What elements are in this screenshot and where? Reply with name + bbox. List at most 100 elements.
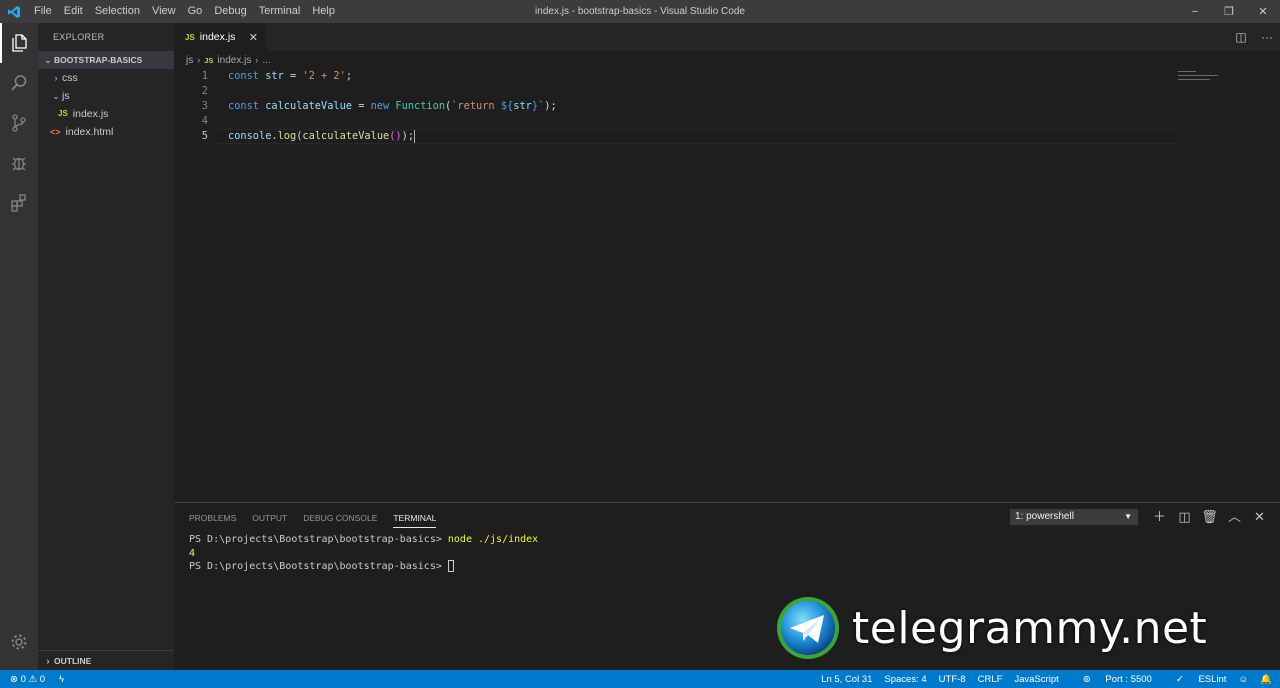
eslint-status[interactable]: ✓ ESLint	[1164, 674, 1227, 685]
terminal-select[interactable]: 1: powershell ▼	[1010, 509, 1138, 525]
menu-debug[interactable]: Debug	[208, 0, 252, 23]
window-controls: − ❐ ✕	[1178, 0, 1280, 23]
breadcrumb-file[interactable]: index.js	[217, 55, 251, 66]
line-ending[interactable]: CRLF	[978, 674, 1003, 685]
code-token: =	[283, 70, 303, 82]
code-line[interactable]: 3 const calculateValue = new Function(`re…	[174, 99, 1174, 114]
tree-folder-js[interactable]: ⌄ js	[38, 87, 174, 105]
chevron-right-icon: ›	[255, 55, 259, 65]
code-token: ;	[345, 70, 353, 82]
chevron-right-icon: ›	[197, 55, 201, 65]
encoding[interactable]: UTF-8	[939, 674, 966, 685]
code-token: calculateValue	[302, 130, 390, 142]
menu-selection[interactable]: Selection	[89, 0, 146, 23]
javascript-file-icon: JS	[204, 55, 214, 65]
terminal-select-value: 1: powershell	[1015, 511, 1074, 522]
chevron-up-icon[interactable]: ︿	[1222, 507, 1247, 527]
javascript-file-icon: JS	[185, 32, 195, 42]
code-token: str	[265, 70, 284, 82]
workspace-section[interactable]: ⌄ BOOTSTRAP-BASICS	[38, 51, 174, 69]
editor-actions: ◫ ···	[1228, 23, 1280, 51]
extensions-icon[interactable]	[0, 183, 38, 223]
status-right: Ln 5, Col 31 Spaces: 4 UTF-8 CRLF JavaSc…	[809, 670, 1272, 688]
tab-problems[interactable]: PROBLEMS	[189, 511, 236, 528]
minimize-button[interactable]: −	[1178, 0, 1212, 23]
breadcrumb-folder[interactable]: js	[186, 55, 193, 66]
line-number: 1	[201, 70, 208, 82]
maximize-button[interactable]: ❐	[1212, 0, 1246, 23]
code-token: const	[228, 70, 266, 82]
problems-status[interactable]: ⊗ 0 ⚠ 0	[10, 674, 45, 685]
source-control-icon[interactable]	[0, 103, 38, 143]
code-token: '2 + 2'	[302, 70, 346, 82]
vscode-logo-icon	[0, 0, 28, 23]
search-icon[interactable]	[0, 63, 38, 103]
warning-icon: ⚠	[28, 673, 38, 685]
language-mode[interactable]: JavaScript	[1014, 674, 1058, 685]
panel-actions: ＋ ◫ 🗑 ︿ ✕	[1147, 507, 1272, 527]
code-line[interactable]: 5 console.log(calculateValue());	[174, 129, 1174, 144]
files-icon[interactable]	[0, 23, 38, 63]
close-icon[interactable]: ✕	[1247, 507, 1272, 527]
tree-item-label: js	[62, 90, 70, 102]
watermark: telegrammy.net	[776, 596, 1207, 660]
explorer-sidebar: EXPLORER ⌄ BOOTSTRAP-BASICS › css ⌄ js J…	[38, 23, 174, 670]
code-text: console.log(calculateValue());	[228, 129, 416, 144]
minimap[interactable]	[1174, 69, 1270, 501]
plus-icon[interactable]: ＋	[1147, 507, 1172, 527]
outline-label: OUTLINE	[54, 655, 92, 666]
code-token: =	[352, 100, 371, 112]
tab-debug-console[interactable]: DEBUG CONSOLE	[303, 511, 377, 528]
close-icon[interactable]: ✕	[249, 31, 258, 44]
tree-file-index-html[interactable]: <> index.html	[38, 123, 174, 141]
tree-item-label: index.html	[65, 126, 114, 138]
code-token: log	[277, 130, 297, 142]
check-double-icon: ✓	[1175, 673, 1184, 685]
terminal-cursor	[447, 560, 454, 572]
tab-terminal[interactable]: TERMINAL	[393, 511, 437, 528]
terminal-output[interactable]: PS D:\projects\Bootstrap\bootstrap-basic…	[189, 533, 538, 574]
status-left: ⊗ 0 ⚠ 0 ϟ	[0, 674, 64, 685]
tree-folder-css[interactable]: › css	[38, 69, 174, 87]
code-text: const str = '2 + 2';	[228, 69, 352, 84]
outline-section[interactable]: › OUTLINE	[38, 650, 174, 670]
title-bar: File Edit Selection View Go Debug Termin…	[0, 0, 1280, 23]
code-token: );	[544, 100, 557, 112]
menu-help[interactable]: Help	[306, 0, 341, 23]
trash-icon[interactable]: 🗑	[1197, 507, 1222, 527]
menu-terminal[interactable]: Terminal	[253, 0, 307, 23]
more-actions-icon[interactable]: ···	[1254, 30, 1280, 44]
tab-label: index.js	[199, 31, 236, 43]
chevron-down-icon: ⌄	[52, 91, 60, 101]
port-label: Port : 5500	[1105, 673, 1152, 685]
code-line[interactable]: 1 const str = '2 + 2';	[174, 69, 1174, 84]
menu-file[interactable]: File	[28, 0, 58, 23]
feedback-icon[interactable]: ☺	[1238, 674, 1248, 685]
menu-edit[interactable]: Edit	[58, 0, 89, 23]
error-icon: ⊗	[10, 673, 18, 685]
breadcrumb-more[interactable]: ...	[262, 55, 270, 66]
menu-go[interactable]: Go	[182, 0, 209, 23]
tab-output[interactable]: OUTPUT	[252, 511, 287, 528]
code-line[interactable]: 2	[174, 84, 1174, 99]
menu-view[interactable]: View	[146, 0, 182, 23]
menu-bar: File Edit Selection View Go Debug Termin…	[28, 0, 341, 23]
lightning-icon[interactable]: ϟ	[59, 674, 64, 685]
code-token: const	[228, 100, 266, 112]
tree-file-index-js[interactable]: JS index.js	[38, 105, 174, 123]
indentation[interactable]: Spaces: 4	[884, 674, 926, 685]
line-number: 2	[201, 85, 208, 97]
code-line[interactable]: 4	[174, 114, 1174, 129]
gear-icon[interactable]	[0, 622, 38, 662]
code-editor[interactable]: 1 const str = '2 + 2'; 2 3 const calculateVa…	[174, 69, 1280, 501]
eslint-label: ESLint	[1198, 673, 1227, 685]
debug-icon[interactable]	[0, 143, 38, 183]
tab-index-js[interactable]: JS index.js ✕	[174, 23, 266, 51]
split-editor-icon[interactable]: ◫	[1228, 30, 1254, 44]
warning-count: 0	[39, 673, 46, 685]
cursor-position[interactable]: Ln 5, Col 31	[821, 674, 872, 685]
bell-icon[interactable]: 🔔	[1260, 674, 1272, 685]
close-window-button[interactable]: ✕	[1246, 0, 1280, 23]
live-server-status[interactable]: ⊚ Port : 5500	[1071, 674, 1152, 685]
split-icon[interactable]: ◫	[1172, 507, 1197, 527]
